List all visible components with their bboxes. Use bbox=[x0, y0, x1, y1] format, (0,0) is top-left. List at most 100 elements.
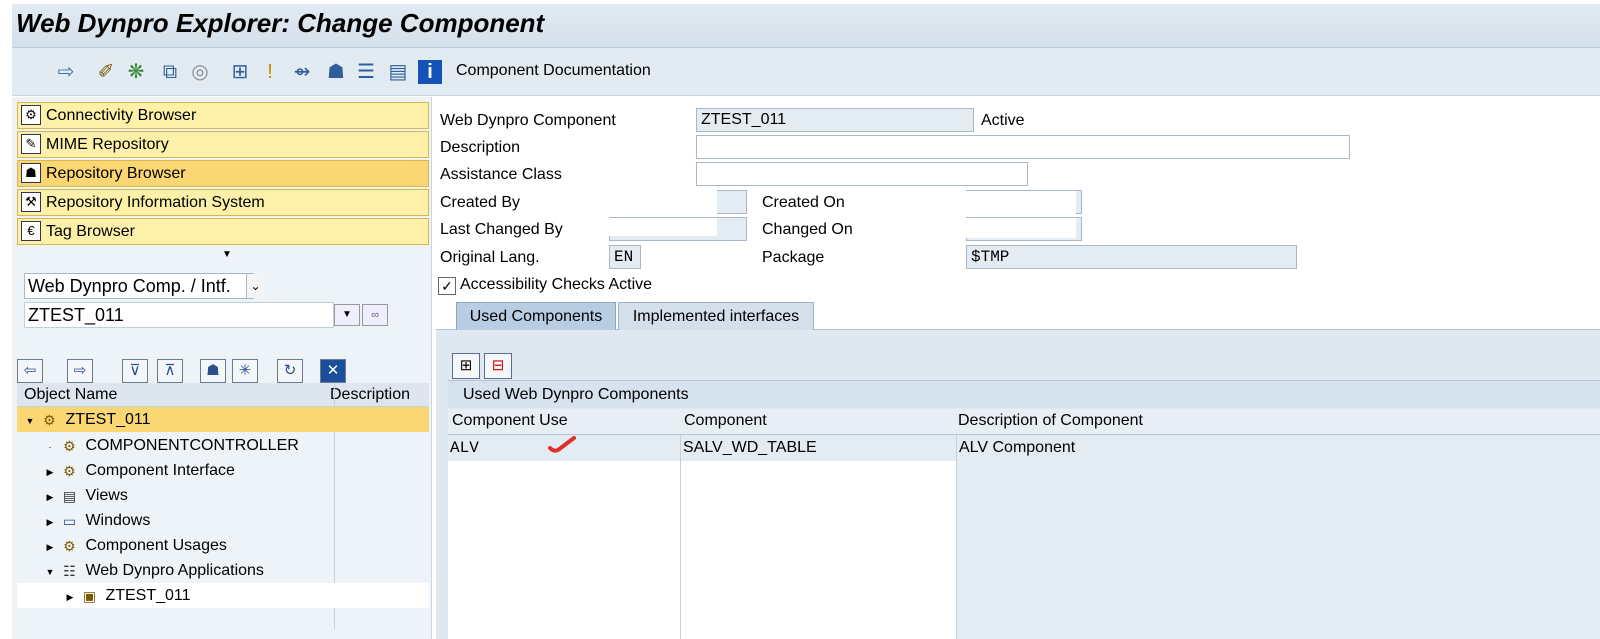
tree-node-label: Windows bbox=[85, 512, 151, 529]
display-glasses-icon[interactable]: ∞ bbox=[362, 304, 388, 326]
tree-node-componentcontroller[interactable]: · ⚙ COMPONENTCONTROLLER bbox=[17, 433, 429, 458]
tree-node-component-usages[interactable]: ▶ ⚙ Component Usages bbox=[17, 533, 429, 558]
nav-tag-browser[interactable]: € Tag Browser bbox=[17, 218, 429, 245]
nav-repository-information-system[interactable]: ⚒ Repository Information System bbox=[17, 189, 429, 216]
tab-implemented-interfaces[interactable]: Implemented interfaces bbox=[618, 302, 814, 330]
info-system-icon: ⚒ bbox=[21, 192, 41, 212]
created-on-label: Created On bbox=[762, 194, 845, 211]
nav-item-label: MIME Repository bbox=[46, 136, 169, 153]
forward-arrow-icon[interactable]: ⇨ bbox=[67, 359, 93, 383]
nav-item-label: Repository Information System bbox=[46, 194, 265, 211]
table-row-empty[interactable] bbox=[448, 461, 1600, 487]
component-field[interactable]: ZTEST_011 bbox=[696, 108, 974, 132]
collapsed-arrow-icon[interactable]: ▶ bbox=[45, 485, 55, 510]
collapsed-arrow-icon[interactable]: ▶ bbox=[45, 460, 55, 485]
tree-node-label: ZTEST_011 bbox=[105, 587, 191, 604]
tree-node-component-interface[interactable]: ▶ ⚙ Component Interface bbox=[17, 458, 429, 483]
forward-arrow-icon[interactable]: ⇨ bbox=[54, 60, 78, 84]
page-title: Web Dynpro Explorer: Change Component bbox=[16, 8, 545, 38]
component-icon: ⚙ bbox=[43, 411, 56, 428]
bullet-icon: · bbox=[48, 442, 52, 452]
hierarchy-icon[interactable]: ☗ bbox=[200, 359, 226, 383]
nav-repository-browser[interactable]: ☗ Repository Browser bbox=[17, 160, 429, 187]
tree-node-views[interactable]: ▶ ▤ Views bbox=[17, 483, 429, 508]
column-component-use[interactable]: Component Use bbox=[452, 412, 568, 430]
created-by-label: Created By bbox=[440, 194, 521, 211]
original-lang-field[interactable]: EN bbox=[609, 245, 641, 269]
nav-item-label: Tag Browser bbox=[46, 223, 135, 240]
table-row-empty[interactable] bbox=[448, 539, 1600, 565]
table-row-empty[interactable] bbox=[448, 565, 1600, 591]
tree-node-web-dynpro-applications[interactable]: ▼ ☷ Web Dynpro Applications bbox=[17, 558, 429, 583]
find-icon[interactable]: ✳ bbox=[232, 359, 258, 383]
org-icon[interactable]: ☗ bbox=[324, 60, 348, 84]
info-icon[interactable]: i bbox=[418, 60, 442, 84]
collapsed-arrow-icon[interactable]: ▶ bbox=[45, 510, 55, 535]
insert-row-icon[interactable]: ⊞ bbox=[452, 353, 480, 379]
redaction-box bbox=[966, 218, 1076, 238]
collapsed-arrow-icon[interactable]: ▶ bbox=[65, 585, 75, 610]
tree-node-application[interactable]: ▶ ▣ ZTEST_011 bbox=[17, 583, 429, 608]
expanded-arrow-icon[interactable]: ▼ bbox=[25, 409, 35, 434]
close-icon[interactable]: ✕ bbox=[320, 359, 346, 383]
nav-connectivity-browser[interactable]: ⚙ Connectivity Browser bbox=[17, 102, 429, 129]
changed-on-label: Changed On bbox=[762, 221, 853, 238]
application-toolbar: ⇨ ✐ ❋ ⧉ ◎ ⊞ ! ⇴ ☗ ☰ ▤ i Component Docume… bbox=[12, 48, 1600, 96]
collapse-all-icon[interactable]: ⊼ bbox=[157, 359, 183, 383]
spiral-icon[interactable]: ◎ bbox=[188, 60, 212, 84]
table-title: Used Web Dynpro Components bbox=[448, 380, 1600, 408]
pin-icon[interactable]: ! bbox=[258, 60, 282, 84]
tab-used-components[interactable]: Used Components bbox=[456, 302, 616, 330]
application-icon: ▣ bbox=[82, 587, 97, 604]
tree-icon[interactable]: ⊞ bbox=[228, 60, 252, 84]
refresh-icon[interactable]: ↻ bbox=[277, 359, 303, 383]
description-field[interactable] bbox=[696, 135, 1350, 159]
delete-row-icon[interactable]: ⊟ bbox=[484, 353, 512, 379]
list-icon[interactable]: ▤ bbox=[386, 60, 410, 84]
assistance-class-field[interactable] bbox=[696, 162, 1028, 186]
original-lang-label: Original Lang. bbox=[440, 249, 540, 266]
component-label: Web Dynpro Component bbox=[440, 112, 616, 129]
column-description-of-component[interactable]: Description of Component bbox=[958, 412, 1143, 430]
object-name-input[interactable]: ZTEST_011 bbox=[24, 302, 334, 328]
expand-all-icon[interactable]: ⊽ bbox=[122, 359, 148, 383]
flow-icon[interactable]: ⇴ bbox=[290, 60, 314, 84]
chevron-down-icon[interactable]: ⌄ bbox=[246, 274, 264, 298]
column-object-name[interactable]: Object Name bbox=[24, 386, 117, 404]
dropdown-arrow-icon[interactable]: ▼ bbox=[334, 304, 360, 326]
last-changed-by-label: Last Changed By bbox=[440, 221, 563, 238]
cell-component[interactable]: SALV_WD_TABLE bbox=[681, 435, 957, 461]
expanded-arrow-icon[interactable]: ▼ bbox=[45, 560, 55, 585]
usages-icon: ⚙ bbox=[63, 537, 76, 554]
network-icon[interactable]: ❋ bbox=[124, 60, 148, 84]
description-label: Description bbox=[440, 139, 521, 156]
nav-mime-repository[interactable]: ✎ MIME Repository bbox=[17, 131, 429, 158]
package-label: Package bbox=[762, 249, 825, 266]
collapse-arrow-icon[interactable]: ▼ bbox=[222, 249, 232, 260]
component-documentation-button[interactable]: Component Documentation bbox=[456, 62, 651, 80]
table-row[interactable]: ALV SALV_WD_TABLE ALV Component bbox=[448, 435, 1600, 461]
cell-description[interactable]: ALV Component bbox=[957, 435, 1600, 461]
tree-node-windows[interactable]: ▶ ▭ Windows bbox=[17, 508, 429, 533]
object-type-select[interactable]: Web Dynpro Comp. / Intf. bbox=[24, 273, 254, 299]
column-description[interactable]: Description bbox=[330, 386, 410, 404]
column-component[interactable]: Component bbox=[684, 412, 767, 430]
navigation-pane: ⚙ Connectivity Browser ✎ MIME Repository… bbox=[12, 97, 432, 639]
collapsed-arrow-icon[interactable]: ▶ bbox=[45, 535, 55, 560]
stack-icon[interactable]: ☰ bbox=[354, 60, 378, 84]
accessibility-checkbox[interactable]: ✓ bbox=[438, 277, 456, 295]
table-row-empty[interactable] bbox=[448, 487, 1600, 513]
magic-wand-icon[interactable]: ✐ bbox=[94, 60, 118, 84]
back-arrow-icon[interactable]: ⇦ bbox=[17, 359, 43, 383]
tree-node-root[interactable]: ▼ ⚙ ZTEST_011 bbox=[17, 407, 429, 432]
table-row-empty[interactable] bbox=[448, 617, 1600, 639]
tag-icon: € bbox=[21, 221, 41, 241]
table-row-empty[interactable] bbox=[448, 591, 1600, 617]
status-text: Active bbox=[981, 112, 1025, 129]
applications-icon: ☷ bbox=[63, 562, 76, 579]
repository-icon: ☗ bbox=[21, 163, 41, 183]
hierarchy-icon[interactable]: ⧉ bbox=[158, 60, 182, 84]
package-field[interactable]: $TMP bbox=[966, 245, 1297, 269]
nav-item-label: Repository Browser bbox=[46, 165, 186, 182]
table-row-empty[interactable] bbox=[448, 513, 1600, 539]
